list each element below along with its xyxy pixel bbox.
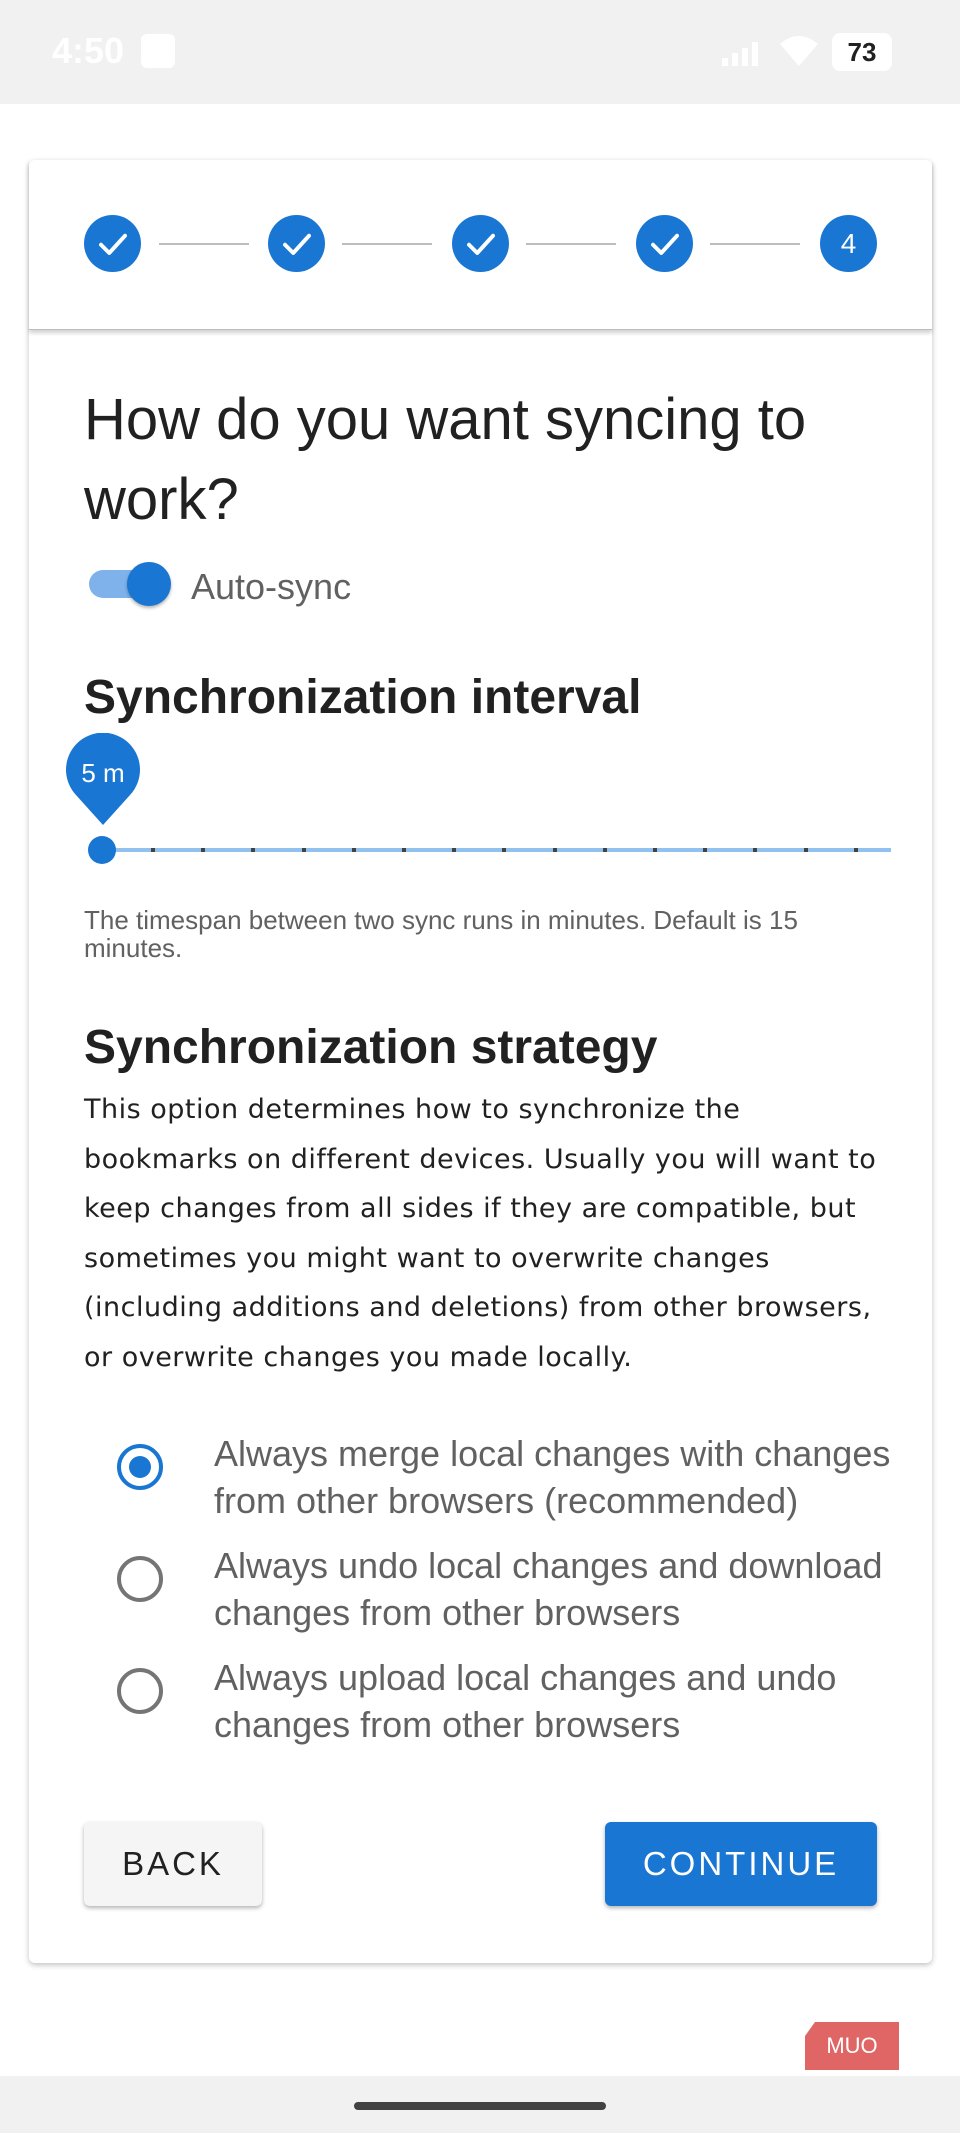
status-time: 4:50 bbox=[52, 30, 125, 71]
slider-tick bbox=[703, 848, 708, 852]
step-3-complete[interactable] bbox=[452, 215, 509, 272]
toggle-thumb bbox=[127, 562, 171, 606]
radio-button[interactable] bbox=[117, 1556, 163, 1602]
slider-tick bbox=[803, 848, 808, 852]
back-button[interactable]: BACK bbox=[84, 1822, 262, 1906]
slider-value-label: 5 m bbox=[81, 758, 125, 788]
check-icon bbox=[98, 233, 127, 255]
muo-watermark-logo: MUO bbox=[805, 2022, 899, 2070]
slider-tick bbox=[201, 848, 206, 852]
signal-icon bbox=[722, 42, 758, 66]
slider-tick bbox=[853, 848, 858, 852]
step-5-active: 4 bbox=[820, 215, 877, 272]
step-number: 4 bbox=[840, 227, 857, 259]
auto-sync-toggle[interactable] bbox=[87, 560, 171, 606]
check-icon bbox=[282, 233, 311, 255]
step-2-complete[interactable] bbox=[268, 215, 325, 272]
step-connector bbox=[526, 243, 616, 245]
check-icon bbox=[650, 233, 679, 255]
slider-tick bbox=[502, 848, 507, 852]
slider-tick bbox=[151, 848, 155, 852]
strategy-option-download[interactable]: Always undo local changes and download c… bbox=[84, 1542, 904, 1642]
check-icon bbox=[466, 233, 495, 255]
continue-button[interactable]: CONTINUE bbox=[605, 1822, 877, 1906]
page-title: How do you want syncing to work? bbox=[84, 387, 807, 532]
radio-button[interactable] bbox=[117, 1668, 163, 1714]
slider-tick bbox=[402, 848, 406, 852]
wifi-icon bbox=[780, 36, 818, 66]
step-connector bbox=[710, 243, 800, 245]
strategy-heading: Synchronization strategy bbox=[84, 1021, 658, 1074]
stepper: 4 bbox=[29, 160, 932, 330]
interval-heading: Synchronization interval bbox=[84, 671, 642, 724]
status-bar: 4:50 73 bbox=[0, 0, 960, 104]
slider-tick bbox=[452, 848, 457, 852]
svg-text:MUO: MUO bbox=[826, 2033, 877, 2058]
app-notification-icon bbox=[141, 34, 175, 68]
slider-tick bbox=[602, 848, 607, 852]
strategy-option-label: Always undo local changes and download c… bbox=[214, 1545, 883, 1633]
strategy-option-label: Always merge local changes with changes … bbox=[214, 1433, 891, 1521]
interval-slider-track[interactable] bbox=[101, 848, 891, 852]
interval-slider-thumb[interactable] bbox=[88, 836, 116, 864]
step-connector bbox=[159, 243, 249, 245]
step-4-complete[interactable] bbox=[636, 215, 693, 272]
step-connector bbox=[342, 243, 432, 245]
battery-icon: 73 bbox=[832, 33, 892, 71]
slider-tick bbox=[251, 848, 256, 852]
auto-sync-label[interactable]: Auto-sync bbox=[191, 566, 351, 608]
slider-tick bbox=[653, 848, 657, 852]
step-1-complete[interactable] bbox=[84, 215, 141, 272]
slider-tick bbox=[753, 848, 758, 852]
strategy-option-label: Always upload local changes and undo cha… bbox=[214, 1657, 837, 1745]
radio-button-checked[interactable] bbox=[117, 1444, 163, 1490]
strategy-option-merge[interactable]: Always merge local changes with changes … bbox=[84, 1430, 904, 1530]
strategy-description: This option determines how to synchroniz… bbox=[84, 1094, 877, 1373]
slider-tick bbox=[552, 848, 557, 852]
setup-card: 4 How do you want syncing to work? Auto-… bbox=[29, 160, 932, 1963]
slider-tick bbox=[351, 848, 356, 852]
home-gesture-bar[interactable] bbox=[354, 2102, 606, 2110]
strategy-option-upload[interactable]: Always upload local changes and undo cha… bbox=[84, 1654, 904, 1754]
slider-tick bbox=[301, 848, 306, 852]
interval-helper-text: The timespan between two sync runs in mi… bbox=[84, 905, 798, 963]
